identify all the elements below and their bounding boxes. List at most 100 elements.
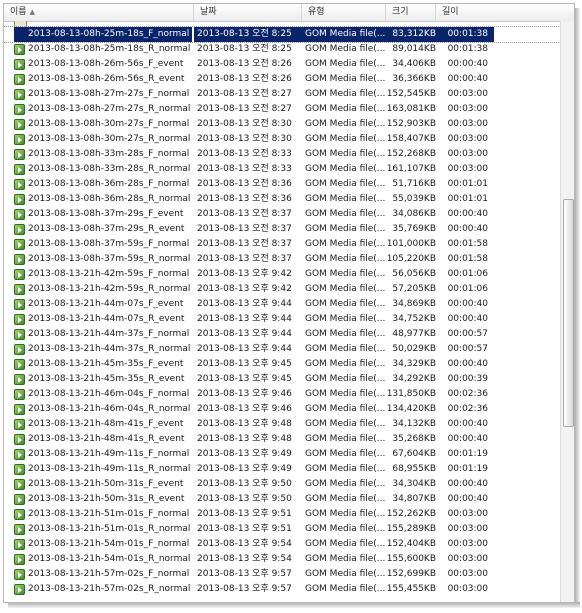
file-size: 89,014KB xyxy=(392,44,436,54)
table-row[interactable]: 2013-08-13-08h-36m-28s_R_normal 2013-08-1… xyxy=(4,192,560,207)
file-length: 00:03:00 xyxy=(447,149,488,159)
vertical-scrollbar[interactable] xyxy=(560,21,574,602)
file-name: 2013-08-13-08h-37m-29s_R_event xyxy=(14,222,192,237)
table-row[interactable]: 2013-08-13-21h-50m-31s_F_event 2013-08-13… xyxy=(4,477,560,492)
column-header-type-label: 유형 xyxy=(308,7,325,17)
column-header-size[interactable]: 크기 xyxy=(386,4,436,21)
file-name: 2013-08-13-08h-37m-59s_F_normal xyxy=(14,237,192,252)
file-size: 152,545KB xyxy=(386,89,436,99)
table-row[interactable]: 2013-08-13-08h-30m-27s_F_normal 2013-08-1… xyxy=(4,117,560,132)
file-type: GOM Media file(... xyxy=(305,524,386,534)
file-name-text: 2013-08-13-21h-44m-07s_F_event xyxy=(28,299,184,309)
file-name: 2013-08-13-21h-50m-31s_F_event xyxy=(14,477,192,492)
file-length: 00:03:00 xyxy=(447,509,488,519)
table-row[interactable]: 2013-08-13-21h-51m-01s_F_normal 2013-08-1… xyxy=(4,507,560,522)
file-name-text: 2013-08-13-08h-36m-28s_F_normal xyxy=(28,179,190,189)
file-date: 2013-08-13 오전 8:27 xyxy=(197,89,292,99)
file-size: 131,850KB xyxy=(386,389,436,399)
file-type: GOM Media file(... xyxy=(305,554,386,564)
table-row[interactable]: 2013-08-13-08h-27m-27s_R_normal 2013-08-1… xyxy=(4,102,560,117)
table-row[interactable]: 2013-08-13-21h-45m-35s_R_event 2013-08-13… xyxy=(4,372,560,387)
table-row[interactable]: 2013-08-13-21h-42m-59s_F_normal 2013-08-1… xyxy=(4,267,560,282)
file-name-text: 2013-08-13-08h-25m-18s_F_normal xyxy=(28,29,190,39)
file-name: 2013-08-13-21h-46m-04s_F_normal xyxy=(14,387,192,402)
file-length: 00:01:01 xyxy=(447,194,488,204)
file-date: 2013-08-13 오후 9:42 xyxy=(197,269,292,279)
file-type: GOM Media file(... xyxy=(305,509,386,519)
file-name: 2013-08-13-08h-36m-28s_R_normal xyxy=(14,192,192,207)
table-row[interactable]: 2013-08-13-08h-27m-27s_F_normal 2013-08-1… xyxy=(4,87,560,102)
table-row[interactable]: 2013-08-13-08h-26m-56s_R_event 2013-08-13… xyxy=(4,72,560,87)
file-name-text: 2013-08-13-21h-57m-02s_R_normal xyxy=(28,584,191,594)
table-row[interactable]: 2013-08-13-21h-45m-35s_F_event 2013-08-13… xyxy=(4,357,560,372)
file-date: 2013-08-13 오후 9:48 xyxy=(197,434,292,444)
column-header-length[interactable]: 길이 xyxy=(436,4,574,21)
column-header-size-label: 크기 xyxy=(392,7,409,17)
file-name: 2013-08-13-21h-57m-02s_R_normal xyxy=(14,582,192,597)
file-name: 2013-08-13-21h-48m-41s_R_event xyxy=(14,432,192,447)
table-row[interactable]: 2013-08-13-21h-51m-01s_R_normal 2013-08-1… xyxy=(4,522,560,537)
file-name-text: 2013-08-13-08h-37m-59s_F_normal xyxy=(28,239,190,249)
file-type: GOM Media file(... xyxy=(305,434,386,444)
table-row[interactable]: 2013-08-13-21h-44m-37s_F_normal 2013-08-1… xyxy=(4,327,560,342)
file-length: 00:02:36 xyxy=(447,404,488,414)
table-row[interactable]: 2013-08-13-21h-54m-01s_F_normal 2013-08-1… xyxy=(4,537,560,552)
file-size: 35,769KB xyxy=(392,224,436,234)
table-row[interactable]: 2013-08-13-21h-49m-11s_F_normal 2013-08-1… xyxy=(4,447,560,462)
file-name-text: 2013-08-13-21h-45m-35s_R_event xyxy=(28,374,185,384)
file-size: 152,903KB xyxy=(386,119,436,129)
file-date: 2013-08-13 오후 9:54 xyxy=(197,539,292,549)
file-length: 00:00:40 xyxy=(447,299,488,309)
table-row[interactable]: 2013-08-13-08h-36m-28s_F_normal 2013-08-1… xyxy=(4,177,560,192)
file-name: 2013-08-13-21h-42m-59s_R_normal xyxy=(14,282,192,297)
file-name: 2013-08-13-08h-26m-56s_F_event xyxy=(14,57,192,72)
table-row[interactable]: 2013-08-13-21h-44m-07s_R_event 2013-08-13… xyxy=(4,312,560,327)
file-size: 34,132KB xyxy=(392,419,436,429)
file-length: 00:03:00 xyxy=(447,164,488,174)
table-row[interactable]: 2013-08-13-21h-48m-41s_F_event 2013-08-13… xyxy=(4,417,560,432)
table-row[interactable]: 2013-08-13-08h-33m-28s_R_normal 2013-08-1… xyxy=(4,162,560,177)
table-row[interactable]: 2013-08-13-08h-25m-18s_F_normal 2013-08-1… xyxy=(4,26,560,43)
table-row[interactable]: 2013-08-13-21h-46m-04s_F_normal 2013-08-1… xyxy=(4,387,560,402)
file-type: GOM Media file(... xyxy=(305,299,386,309)
table-row[interactable]: 2013-08-13-21h-54m-01s_R_normal 2013-08-1… xyxy=(4,552,560,567)
file-name-text: 2013-08-13-21h-49m-11s_F_normal xyxy=(28,449,190,459)
file-date: 2013-08-13 오전 8:30 xyxy=(197,119,292,129)
table-row[interactable]: 2013-08-13-08h-30m-27s_R_normal 2013-08-1… xyxy=(4,132,560,147)
table-row[interactable]: 2013-08-13-21h-44m-37s_R_normal 2013-08-1… xyxy=(4,342,560,357)
table-row[interactable]: 2013-08-13-21h-48m-41s_R_event 2013-08-13… xyxy=(4,432,560,447)
file-type: GOM Media file(... xyxy=(305,224,386,234)
file-name-text: 2013-08-13-08h-36m-28s_R_normal xyxy=(28,194,191,204)
table-row[interactable]: 2013-08-13-21h-57m-02s_F_normal 2013-08-1… xyxy=(4,567,560,582)
scrollbar-thumb[interactable] xyxy=(563,199,574,427)
column-header-type[interactable]: 유형 xyxy=(302,4,386,21)
table-row[interactable]: 2013-08-13-08h-25m-18s_R_normal 2013-08-1… xyxy=(4,42,560,57)
table-row[interactable]: 2013-08-13-08h-37m-59s_F_normal 2013-08-1… xyxy=(4,237,560,252)
file-date: 2013-08-13 오후 9:46 xyxy=(197,404,292,414)
table-row[interactable]: 2013-08-13-21h-44m-07s_F_event 2013-08-13… xyxy=(4,297,560,312)
file-length: 00:00:39 xyxy=(447,374,488,384)
file-type: GOM Media file(... xyxy=(305,239,386,249)
file-type: GOM Media file(... xyxy=(305,44,386,54)
column-header-date[interactable]: 날짜 xyxy=(194,4,302,21)
window-shadow-right xyxy=(575,8,580,606)
table-row[interactable]: 2013-08-13-21h-42m-59s_R_normal 2013-08-1… xyxy=(4,282,560,297)
file-length: 00:01:06 xyxy=(447,269,488,279)
table-row[interactable]: 2013-08-13-08h-37m-29s_F_event 2013-08-13… xyxy=(4,207,560,222)
file-date: 2013-08-13 오후 9:42 xyxy=(197,284,292,294)
table-row[interactable]: 2013-08-13-21h-57m-02s_R_normal 2013-08-1… xyxy=(4,582,560,597)
file-length: 00:01:01 xyxy=(447,179,488,189)
file-type: GOM Media file(... xyxy=(305,89,386,99)
column-header-name[interactable]: 이름 ▲ xyxy=(4,4,194,21)
table-row[interactable]: 2013-08-13-21h-49m-11s_R_normal 2013-08-1… xyxy=(4,462,560,477)
table-row[interactable]: 2013-08-13-08h-37m-29s_R_event 2013-08-13… xyxy=(4,222,560,237)
table-row[interactable]: 2013-08-13-08h-26m-56s_F_event 2013-08-13… xyxy=(4,57,560,72)
file-name: 2013-08-13-08h-36m-28s_F_normal xyxy=(14,177,192,192)
table-row[interactable]: 2013-08-13-08h-37m-59s_R_normal 2013-08-1… xyxy=(4,252,560,267)
table-row[interactable]: 2013-08-13-21h-46m-04s_R_normal 2013-08-1… xyxy=(4,402,560,417)
table-row[interactable]: 2013-08-13-21h-50m-31s_R_event 2013-08-13… xyxy=(4,492,560,507)
file-type: GOM Media file(... xyxy=(305,254,386,264)
file-name: 2013-08-13-21h-51m-01s_F_normal xyxy=(14,507,192,522)
file-date: 2013-08-13 오후 9:45 xyxy=(197,374,292,384)
table-row[interactable]: 2013-08-13-08h-33m-28s_F_normal 2013-08-1… xyxy=(4,147,560,162)
